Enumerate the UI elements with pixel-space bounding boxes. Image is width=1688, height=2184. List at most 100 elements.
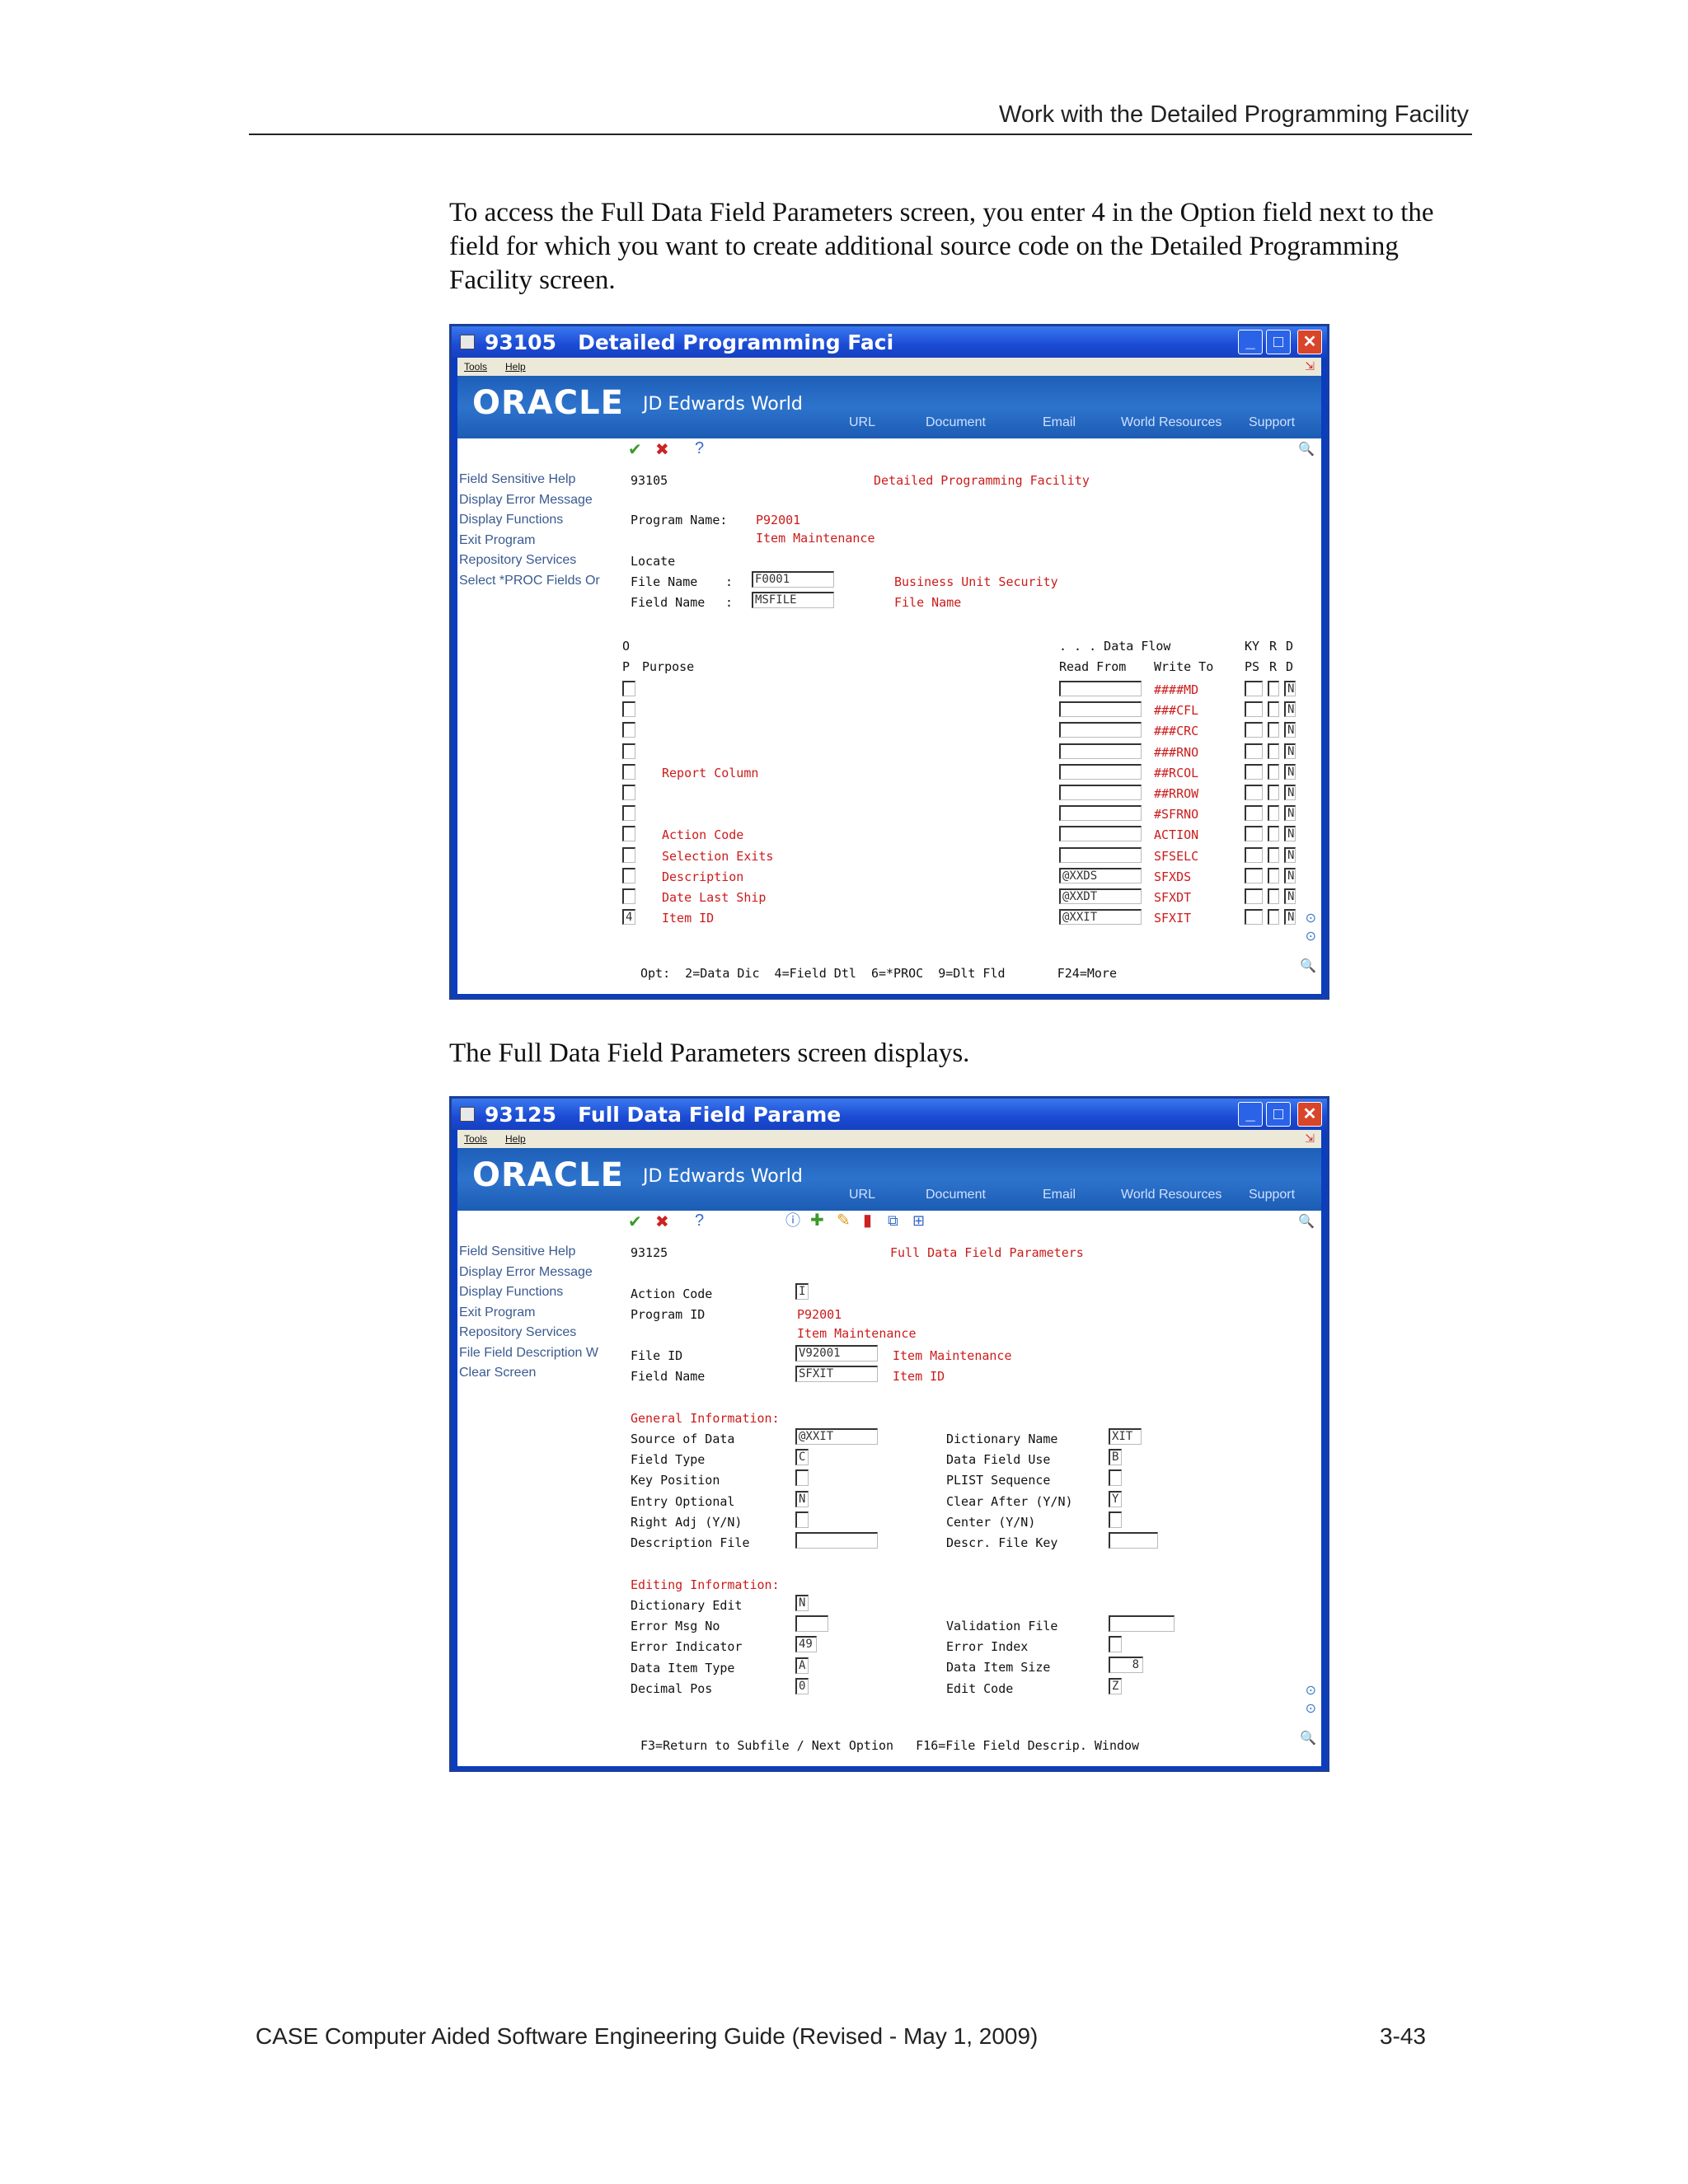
editing-right-input[interactable]: 8	[1109, 1657, 1143, 1674]
edit-pencil-icon[interactable]: ✎	[837, 1212, 851, 1229]
option-input[interactable]	[622, 722, 635, 738]
d-input[interactable]: N	[1284, 743, 1296, 759]
maximize-button[interactable]: □	[1266, 1102, 1291, 1127]
help-question-icon[interactable]: ?	[695, 1212, 704, 1229]
d-input[interactable]: N	[1284, 785, 1296, 800]
general-left-input[interactable]	[795, 1469, 809, 1487]
ok-check-icon[interactable]: ✔	[628, 1214, 642, 1230]
key-position-input[interactable]	[1245, 681, 1263, 696]
r-input[interactable]	[1268, 888, 1279, 904]
ok-check-icon[interactable]: ✔	[628, 442, 642, 458]
read-from-input[interactable]	[1059, 763, 1142, 780]
link-world-resources[interactable]: World Resources	[1121, 415, 1221, 430]
d-input[interactable]: N	[1284, 888, 1296, 904]
menu-tools[interactable]: Tools	[464, 361, 487, 373]
scroll-down-icon[interactable]: ⊙	[1306, 928, 1316, 944]
key-position-input[interactable]	[1245, 888, 1263, 904]
minimize-button[interactable]: _	[1238, 1102, 1263, 1127]
key-position-input[interactable]	[1245, 743, 1263, 759]
sidebar-item-error-message[interactable]: Display Error Message	[457, 490, 618, 511]
option-input[interactable]	[622, 805, 635, 822]
read-from-input[interactable]	[1059, 722, 1142, 738]
key-position-input[interactable]	[1245, 763, 1263, 780]
sidebar-item-exit-program[interactable]: Exit Program	[457, 1303, 618, 1324]
r-input[interactable]	[1268, 805, 1279, 822]
read-from-input[interactable]: @XXDT	[1059, 888, 1142, 904]
file-name-input[interactable]: F0001	[752, 571, 834, 588]
scroll-up-icon[interactable]: ⊙	[1306, 1682, 1316, 1699]
d-input[interactable]: N	[1284, 805, 1296, 822]
key-position-input[interactable]	[1245, 826, 1263, 842]
link-support[interactable]: Support	[1249, 415, 1295, 430]
info-icon[interactable]: ⓘ	[785, 1212, 800, 1229]
general-left-input[interactable]: C	[795, 1449, 809, 1466]
sidebar-item-select-proc[interactable]: Select *PROC Fields Or	[457, 571, 618, 592]
search-icon[interactable]: 🔍	[1298, 1214, 1315, 1230]
key-position-input[interactable]	[1245, 805, 1263, 822]
link-document[interactable]: Document	[926, 1188, 986, 1202]
action-code-input[interactable]: I	[795, 1283, 809, 1300]
sidebar-item-display-functions[interactable]: Display Functions	[457, 510, 618, 531]
r-input[interactable]	[1268, 763, 1279, 780]
general-left-input[interactable]: @XXIT	[795, 1428, 878, 1445]
editing-right-input[interactable]: Z	[1109, 1677, 1122, 1694]
option-input[interactable]	[622, 701, 635, 718]
cancel-x-icon[interactable]: ✖	[655, 442, 669, 458]
d-input[interactable]: N	[1284, 867, 1296, 883]
add-icon[interactable]: ✚	[810, 1212, 824, 1229]
editing-left-input[interactable]: A	[795, 1657, 809, 1674]
sidebar-item-display-functions[interactable]: Display Functions	[457, 1282, 618, 1303]
option-input[interactable]	[622, 888, 635, 904]
sidebar-item-error-message[interactable]: Display Error Message	[457, 1263, 618, 1283]
read-from-input[interactable]: @XXDS	[1059, 867, 1142, 883]
editing-left-input[interactable]: 49	[795, 1636, 817, 1653]
cancel-x-icon[interactable]: ✖	[655, 1214, 669, 1230]
menu-help[interactable]: Help	[505, 361, 526, 373]
r-input[interactable]	[1268, 743, 1279, 759]
d-input[interactable]: N	[1284, 909, 1296, 926]
editing-left-input[interactable]	[795, 1615, 828, 1633]
minimize-button[interactable]: _	[1238, 330, 1263, 354]
link-url[interactable]: URL	[849, 1188, 875, 1202]
read-from-input[interactable]	[1059, 846, 1142, 863]
option-input[interactable]	[622, 785, 635, 800]
key-position-input[interactable]	[1245, 722, 1263, 738]
zoom-icon[interactable]: 🔍	[1300, 1730, 1316, 1746]
link-url[interactable]: URL	[849, 415, 875, 430]
option-input[interactable]	[622, 826, 635, 842]
field-name-input[interactable]: MSFILE	[752, 592, 834, 608]
general-right-input[interactable]	[1109, 1532, 1158, 1549]
r-input[interactable]	[1268, 846, 1279, 863]
sidebar-item-clear-screen[interactable]: Clear Screen	[457, 1363, 618, 1384]
read-from-input[interactable]	[1059, 805, 1142, 822]
editing-right-input[interactable]	[1109, 1615, 1175, 1632]
key-position-input[interactable]	[1245, 867, 1263, 883]
r-input[interactable]	[1268, 909, 1279, 926]
file-id-input[interactable]: V92001	[795, 1345, 878, 1361]
maximize-button[interactable]: □	[1266, 330, 1291, 354]
general-right-input[interactable]: Y	[1109, 1490, 1122, 1507]
link-document[interactable]: Document	[926, 415, 986, 430]
editing-right-input[interactable]	[1109, 1636, 1122, 1653]
sidebar-item-exit-program[interactable]: Exit Program	[457, 531, 618, 551]
menu-tools[interactable]: Tools	[464, 1133, 487, 1145]
d-input[interactable]: N	[1284, 846, 1296, 863]
general-right-input[interactable]: B	[1109, 1449, 1122, 1466]
sidebar-item-repository-services[interactable]: Repository Services	[457, 551, 618, 571]
zoom-icon[interactable]: 🔍	[1300, 958, 1316, 974]
scroll-up-icon[interactable]: ⊙	[1306, 910, 1316, 926]
read-from-input[interactable]: @XXIT	[1059, 909, 1142, 926]
scroll-down-icon[interactable]: ⊙	[1306, 1700, 1316, 1717]
link-email[interactable]: Email	[1043, 1188, 1076, 1202]
sidebar-item-repository-services[interactable]: Repository Services	[457, 1323, 618, 1343]
option-input[interactable]: 4	[622, 909, 635, 926]
r-input[interactable]	[1268, 701, 1279, 718]
d-input[interactable]: N	[1284, 722, 1296, 738]
key-position-input[interactable]	[1245, 701, 1263, 718]
read-from-input[interactable]	[1059, 785, 1142, 800]
link-support[interactable]: Support	[1249, 1188, 1295, 1202]
r-input[interactable]	[1268, 722, 1279, 738]
sidebar-item-file-field-description[interactable]: File Field Description W	[457, 1343, 618, 1364]
sidebar-item-field-help[interactable]: Field Sensitive Help	[457, 1242, 618, 1263]
d-input[interactable]: N	[1284, 826, 1296, 842]
